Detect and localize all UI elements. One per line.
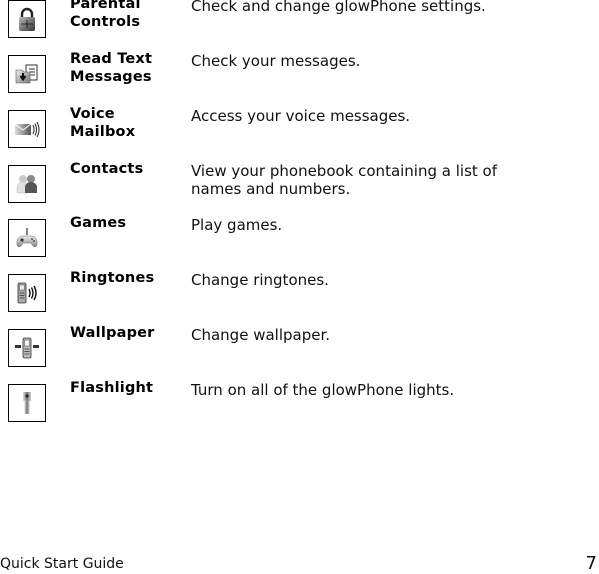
footer-guide-title: Quick Start Guide (0, 556, 124, 572)
item-label: Flashlight (70, 380, 180, 398)
description-line-1: View your phonebook containing a list of (191, 162, 497, 180)
label-line-1: Flashlight (70, 380, 154, 396)
menu-item-wallpaper: Wallpaper Change wallpaper. (0, 325, 599, 384)
padlock-icon (8, 0, 46, 38)
phone-wallpaper-icon (8, 329, 46, 367)
item-label: Parental Controls (70, 0, 180, 31)
label-line-1: Parental (70, 0, 141, 12)
menu-item-contacts: Contacts View your phonebook containing … (0, 161, 599, 220)
label-line-1: Ringtones (70, 270, 155, 286)
item-description: Change wallpaper. (191, 326, 331, 344)
label-line-1: Wallpaper (70, 325, 155, 341)
item-label: Wallpaper (70, 325, 180, 343)
item-description: Check your messages. (191, 52, 361, 70)
item-label: Voice Mailbox (70, 106, 180, 141)
item-description: Change ringtones. (191, 271, 329, 289)
description-line-2: names and numbers. (191, 180, 351, 198)
contacts-people-icon (8, 165, 46, 203)
item-description: Access your voice messages. (191, 107, 411, 125)
label-line-1: Read Text (70, 51, 153, 67)
label-line-2: Mailbox (70, 123, 136, 140)
menu-item-games: Games Play games. (0, 215, 599, 274)
label-line-1: Games (70, 215, 127, 231)
phone-ringing-icon (8, 274, 46, 312)
label-line-1: Contacts (70, 161, 144, 177)
voice-envelope-icon (8, 110, 46, 148)
label-line-2: Messages (70, 68, 152, 85)
item-label: Ringtones (70, 270, 180, 288)
flashlight-icon (8, 384, 46, 422)
item-label: Contacts (70, 161, 180, 179)
page-number: 7 (585, 553, 597, 574)
inbox-messages-icon (8, 55, 46, 93)
menu-item-flashlight: Flashlight Turn on all of the glowPhone … (0, 380, 599, 439)
label-line-1: Voice (70, 106, 115, 122)
item-description: Play games. (191, 216, 283, 234)
item-label: Read Text Messages (70, 51, 180, 86)
item-description: View your phonebook containing a list of… (191, 162, 531, 198)
item-description: Turn on all of the glowPhone lights. (191, 381, 455, 399)
menu-item-voice-mailbox: Voice Mailbox Access your voice messages… (0, 106, 599, 165)
item-label: Games (70, 215, 180, 233)
menu-item-read-text-messages: Read Text Messages Check your messages. (0, 51, 599, 110)
gamepad-icon (8, 219, 46, 257)
menu-item-ringtones: Ringtones Change ringtones. (0, 270, 599, 329)
label-line-2: Controls (70, 13, 141, 30)
item-description: Check and change glowPhone settings. (191, 0, 486, 15)
menu-item-parental-controls: Parental Controls Check and change glowP… (0, 0, 599, 55)
